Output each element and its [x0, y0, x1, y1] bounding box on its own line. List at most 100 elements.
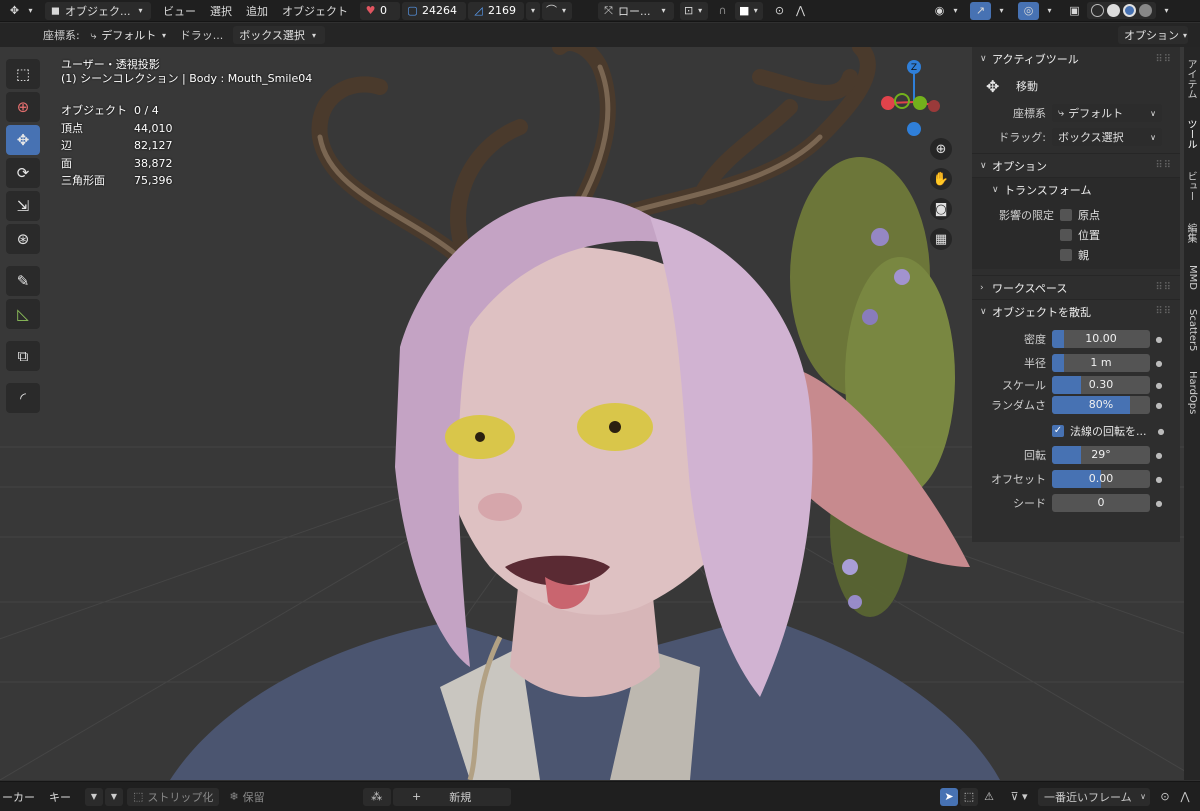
tab-mmd[interactable]: MMD [1186, 265, 1198, 290]
gizmo-toggle[interactable]: ↗ [970, 1, 991, 20]
proportional-toggle[interactable]: ⊙ [1156, 788, 1174, 806]
xray-toggle[interactable]: ▣ [1064, 2, 1085, 20]
keyframe-dot-icon[interactable]: ● [1150, 359, 1168, 368]
random-slider[interactable]: 80% [1052, 396, 1150, 414]
tab-tool[interactable]: ツール [1185, 119, 1198, 149]
keyframe-dot-icon[interactable]: ● [1150, 401, 1168, 410]
keyframe-prev-button[interactable]: ▼ [85, 787, 103, 806]
measure-tool[interactable]: ◺ [6, 299, 40, 329]
active-tool-row[interactable]: ✥ 移動 [972, 71, 1180, 101]
pan-button[interactable]: ✋ [930, 168, 952, 190]
keyframe-dot-icon[interactable]: ● [1150, 499, 1168, 508]
drag-handle-icon[interactable]: ⠿⠿ [1155, 306, 1172, 317]
overlay-dropdown[interactable]: ▾ [1039, 2, 1060, 20]
stats-dropdown[interactable]: ▾ [526, 1, 540, 20]
keyframe-dot-icon[interactable]: ● [1150, 335, 1168, 344]
keyframe-dot-icon[interactable]: ● [1150, 475, 1168, 484]
drag-dropdown[interactable]: ボックス選択 ▾ [233, 26, 326, 44]
falloff-dropdown[interactable]: ⋀ [1176, 788, 1194, 806]
gizmo-dropdown[interactable]: ▾ [991, 2, 1012, 20]
rotation-slider[interactable]: 29° [1052, 446, 1150, 464]
filter-dropdown[interactable]: ⊽ ▾ [1004, 788, 1034, 806]
rotate-tool[interactable]: ⟳ [6, 158, 40, 188]
3d-viewport[interactable]: ⬚ ⊕ ✥ ⟳ ⇲ ⊛ ✎ ◺ ⧉ ◜ ユーザー・透視投影 (1) シーンコレク… [0, 47, 1200, 780]
menu-object[interactable]: オブジェクト [278, 2, 352, 20]
ortho-toggle-button[interactable]: ▦ [930, 228, 952, 250]
rendered-shading-icon[interactable] [1139, 4, 1152, 17]
strip-button[interactable]: ⬚ ストリップ化 [127, 787, 220, 806]
snap-dropdown[interactable]: ■ ▾ [735, 1, 763, 20]
options-dropdown[interactable]: オプション ▾ [1118, 26, 1188, 44]
tab-edit[interactable]: 編集 [1185, 223, 1198, 243]
cursor-tool[interactable]: ⊕ [6, 92, 40, 122]
tab-hardops[interactable]: HardOps [1186, 371, 1198, 414]
coord-dropdown[interactable]: ⤷ デフォルト ▾ [84, 26, 174, 44]
options-header[interactable]: ∨ オプション ⠿⠿ [972, 153, 1180, 177]
keyframe-dot-icon[interactable]: ● [1150, 381, 1168, 390]
transform-subheader[interactable]: ∨ トランスフォーム [972, 177, 1180, 201]
menu-view[interactable]: ビュー [159, 2, 200, 20]
key-menu[interactable]: キー [49, 789, 71, 805]
location-checkbox[interactable] [1060, 229, 1072, 241]
heart-stat[interactable]: ♥ 0 [360, 1, 400, 20]
scatter-header[interactable]: ∨ オブジェクトを散乱 ⠿⠿ [972, 299, 1180, 323]
visibility-dropdown[interactable]: ◉ ▾ [929, 2, 966, 20]
offset-slider[interactable]: 0.00 [1052, 470, 1150, 488]
parent-checkbox[interactable] [1060, 249, 1072, 261]
tab-view[interactable]: ビュー [1185, 171, 1198, 201]
density-slider[interactable]: 10.00 [1052, 330, 1150, 348]
vertex-stat[interactable]: ▢ 24264 [402, 1, 466, 20]
move-tool[interactable]: ✥ [6, 125, 40, 155]
menu-add[interactable]: 追加 [242, 2, 272, 20]
drag-handle-icon[interactable]: ⠿⠿ [1155, 160, 1172, 171]
wireframe-shading-icon[interactable] [1091, 4, 1104, 17]
active-tool-header[interactable]: ∨ アクティブツール ⠿⠿ [972, 47, 1180, 71]
tab-item[interactable]: アイテム [1185, 59, 1198, 99]
overlay-toggle[interactable]: ◎ [1018, 1, 1039, 20]
menu-select[interactable]: 選択 [206, 2, 236, 20]
workspace-header[interactable]: › ワークスペース ⠿⠿ [972, 275, 1180, 299]
panel-coord-dropdown[interactable]: ⤷ デフォルト ∨ [1052, 104, 1162, 122]
transform-orientation-dropdown[interactable]: ⤧ ロー... ▾ [598, 1, 674, 20]
drag-handle-icon[interactable]: ⠿⠿ [1155, 282, 1172, 293]
drag-handle-icon[interactable]: ⠿⠿ [1155, 54, 1172, 65]
shading-dropdown[interactable]: ▾ [1156, 2, 1177, 20]
tab-scatter5[interactable]: Scatter5 [1186, 309, 1198, 351]
proportional-edit-toggle[interactable]: ⊙ [769, 2, 790, 20]
scale-tool[interactable]: ⇲ [6, 191, 40, 221]
snap-frame-dropdown[interactable]: 一番近いフレーム ∨ [1038, 787, 1150, 806]
camera-view-button[interactable]: ◙ [930, 198, 952, 220]
new-action-button[interactable]: + 新規 [392, 787, 511, 806]
snap-toggle[interactable]: ∩ [712, 2, 733, 20]
keying-menu[interactable]: ーカー [2, 789, 35, 805]
annotate-tool[interactable]: ✎ [6, 266, 40, 296]
editor-type-button[interactable]: ✥ ▾ [4, 2, 41, 20]
material-shading-icon[interactable] [1123, 4, 1136, 17]
pivot-dropdown[interactable]: ⊡ ▾ [680, 1, 708, 20]
select-box-tool[interactable]: ⬚ [6, 59, 40, 89]
keyframe-dot-icon[interactable]: ● [1150, 451, 1168, 460]
navigation-gizmo[interactable]: Z [876, 57, 946, 137]
box-select-button[interactable]: ⬚ [960, 787, 978, 806]
origin-checkbox[interactable] [1060, 209, 1072, 221]
warning-button[interactable]: ⚠ [980, 788, 998, 806]
add-cube-tool[interactable]: ⧉ [6, 341, 40, 371]
radius-slider[interactable]: 1 m [1052, 354, 1150, 372]
panel-drag-dropdown[interactable]: ボックス選択 ∨ [1052, 128, 1162, 146]
face-stat[interactable]: ◿ 2169 [468, 1, 524, 20]
keyframe-type-dropdown[interactable]: ⁂ [362, 787, 391, 806]
select-tool-button[interactable]: ➤ [940, 787, 958, 806]
normal-rotation-checkbox[interactable]: ✓ [1052, 425, 1064, 437]
mode-dropdown[interactable]: ◼ オブジェク... ▾ [45, 1, 151, 20]
solid-shading-icon[interactable] [1107, 4, 1120, 17]
scale-slider[interactable]: 0.30 [1052, 376, 1150, 394]
zoom-button[interactable]: ⊕ [930, 138, 952, 160]
keyframe-next-button[interactable]: ▼ [105, 787, 123, 806]
falloff-dropdown[interactable]: ⋀ [790, 2, 811, 20]
custom-tool[interactable]: ◜ [6, 383, 40, 413]
keyframe-dot-icon[interactable]: ● [1152, 427, 1170, 436]
seed-field[interactable]: 0 [1052, 494, 1150, 512]
keep-button[interactable]: ❄ 保留 [223, 788, 270, 806]
transform-tool[interactable]: ⊛ [6, 224, 40, 254]
curve-dropdown[interactable]: ⌒ ▾ [542, 1, 572, 20]
